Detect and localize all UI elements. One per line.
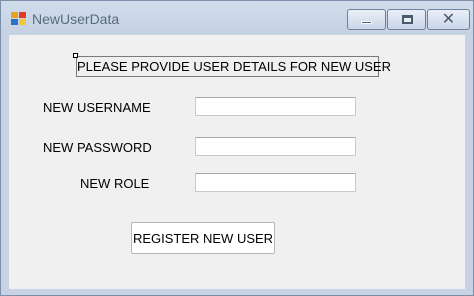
username-label: NEW USERNAME — [43, 100, 151, 115]
role-label: NEW ROLE — [80, 176, 150, 191]
maximize-button[interactable] — [387, 9, 426, 30]
form-header-label: PLEASE PROVIDE USER DETAILS FOR NEW USER — [76, 56, 391, 77]
close-icon: ✕ — [441, 11, 456, 28]
close-button[interactable]: ✕ — [427, 9, 470, 30]
app-icon — [11, 12, 27, 26]
minimize-button[interactable] — [347, 9, 386, 30]
app-window: NewUserData ✕ PLEASE PROVIDE USER DETAIL… — [0, 0, 474, 296]
selection-handle[interactable] — [73, 53, 78, 58]
window-title: NewUserData — [32, 11, 120, 27]
role-input[interactable] — [195, 173, 356, 192]
password-input[interactable] — [195, 137, 356, 156]
register-new-user-button[interactable]: REGISTER NEW USER — [131, 222, 275, 254]
username-input[interactable] — [195, 97, 356, 116]
password-label: NEW PASSWORD — [43, 140, 152, 155]
minimize-icon — [361, 21, 372, 24]
form-client-area: PLEASE PROVIDE USER DETAILS FOR NEW USER… — [9, 35, 465, 289]
maximize-icon — [402, 15, 413, 24]
title-bar[interactable]: NewUserData ✕ — [1, 1, 473, 34]
